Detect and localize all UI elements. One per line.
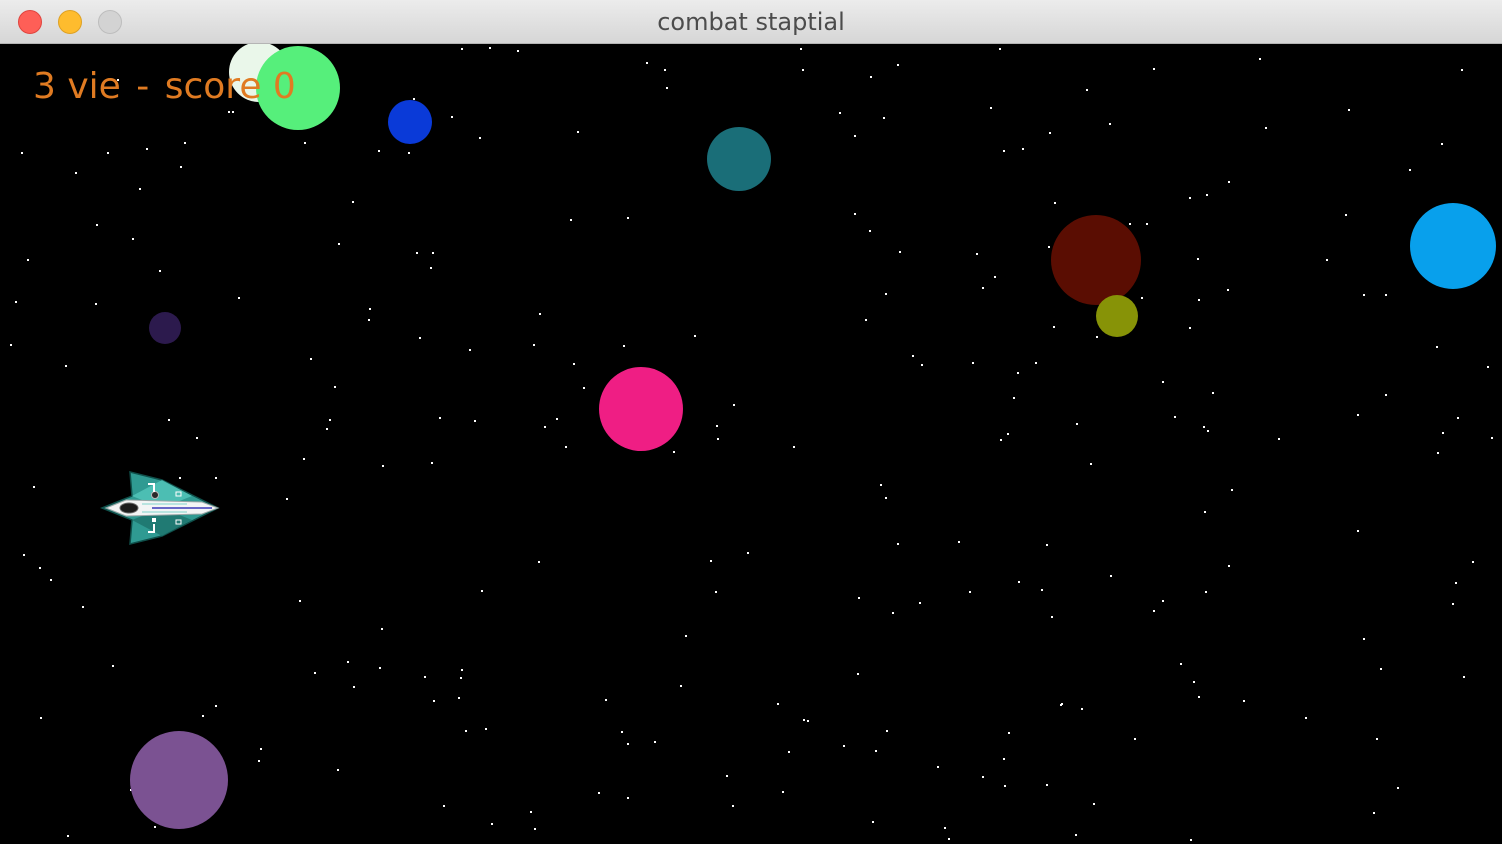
lives-count: 3 bbox=[33, 66, 56, 107]
score-value: 0 bbox=[272, 66, 296, 107]
lives-label: vie bbox=[67, 66, 121, 107]
title-bar[interactable]: combat staptial bbox=[0, 0, 1502, 44]
game-window: combat staptial 3 vie - score 0 bbox=[0, 0, 1502, 844]
window-title: combat staptial bbox=[657, 8, 845, 36]
player-ship-layer bbox=[99, 471, 220, 545]
hud-separator: - bbox=[136, 66, 150, 107]
score-label: score bbox=[164, 66, 262, 107]
game-canvas[interactable]: 3 vie - score 0 bbox=[2, 44, 1500, 844]
hud-status: 3 vie - score 0 bbox=[33, 66, 296, 107]
spaceship-icon bbox=[99, 471, 220, 545]
